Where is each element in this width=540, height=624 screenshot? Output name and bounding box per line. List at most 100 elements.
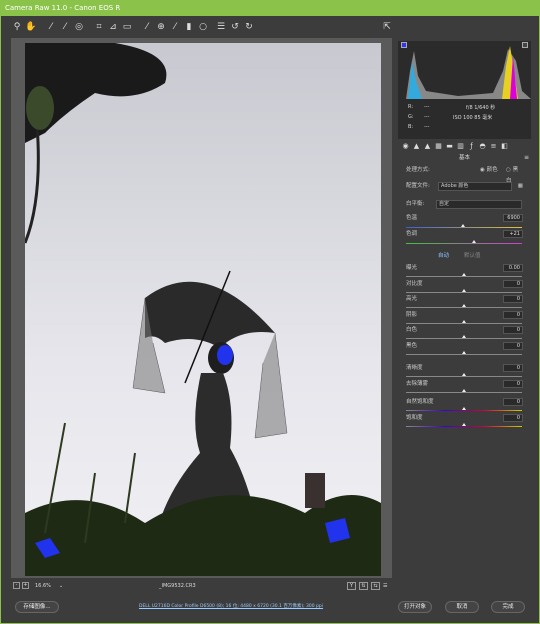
save-image-button[interactable]: 存储图像... — [15, 601, 59, 613]
slider-track[interactable] — [406, 422, 522, 427]
shadow-clipping-icon[interactable] — [401, 42, 407, 48]
slider-value[interactable]: 0 — [503, 379, 523, 388]
slider-value[interactable]: 0 — [503, 295, 523, 303]
camera-info: R: --- G: --- B: --- f/8 1/640 秒 ISO 100… — [398, 99, 531, 139]
status-bar: - + 16.6% ⌄ _IMG9532.CR3 Y ⇅ ⇆ ☰ — [11, 580, 392, 592]
detail-tab-icon[interactable]: ▲ — [423, 142, 432, 151]
profile-select[interactable]: Adobe 颜色 — [438, 182, 512, 191]
zoom-out-button[interactable]: - — [13, 582, 20, 589]
exposure-info: f/8 1/640 秒 — [466, 105, 496, 111]
slider-value[interactable]: 0 — [503, 413, 523, 422]
color-radio[interactable]: ◉ 颜色 — [480, 165, 498, 176]
temp-value[interactable]: 6900 — [503, 214, 523, 222]
highlight-clipping-icon[interactable] — [522, 42, 528, 48]
panel-tabs: ◉ ▲ ▲ ▦ ▬ ▥ ƒ ◓ ≡ ◧ — [398, 141, 531, 153]
radial-filter-icon[interactable]: ○ — [197, 21, 209, 33]
lens-tab-icon[interactable]: ▥ — [456, 142, 465, 151]
red-eye-icon[interactable]: ⊕ — [155, 21, 167, 33]
section-title: 基本 — [458, 155, 470, 161]
slider-value[interactable]: 0 — [503, 279, 523, 288]
zoom-tool-icon[interactable]: ⚲ — [11, 21, 23, 33]
slider-thumb[interactable] — [462, 273, 466, 276]
hsl-tab-icon[interactable]: ▦ — [434, 142, 443, 151]
slider-thumb[interactable] — [462, 407, 466, 410]
slider-thumb[interactable] — [462, 388, 466, 392]
slider-value[interactable]: 0 — [503, 310, 523, 319]
profile-browser-icon[interactable]: ▦ — [518, 181, 523, 192]
spot-removal-icon[interactable]: ⁄ — [141, 21, 153, 33]
copy-settings-icon[interactable]: ⇆ — [371, 582, 380, 590]
slider-label: 白色 — [406, 327, 418, 333]
wb-row: 白平衡: 自定 — [406, 199, 523, 210]
slider-track[interactable] — [406, 288, 522, 293]
slider-thumb[interactable] — [462, 335, 466, 338]
done-button[interactable]: 完成 — [491, 601, 525, 613]
zoom-level[interactable]: 16.6% — [35, 580, 51, 592]
tint-value[interactable]: +21 — [503, 230, 523, 238]
slider-label: 自然饱和度 — [406, 399, 434, 405]
preferences-icon[interactable]: ☰ — [215, 21, 227, 33]
hand-tool-icon[interactable]: ✋ — [25, 21, 37, 33]
cancel-button[interactable]: 取消 — [445, 601, 479, 613]
slider-thumb[interactable] — [462, 319, 466, 323]
wb-select[interactable]: 自定 — [436, 200, 522, 209]
slider-thumb[interactable] — [462, 304, 466, 307]
slider-thumb[interactable] — [462, 373, 466, 376]
slider-track[interactable] — [406, 319, 522, 324]
slider-value[interactable]: 0 — [503, 364, 523, 372]
straighten-tool-icon[interactable]: ⊿ — [107, 21, 119, 33]
adjustment-brush-icon[interactable]: ⁄ — [169, 21, 181, 33]
slider-track[interactable] — [406, 304, 522, 308]
basic-tab-icon[interactable]: ◉ — [401, 142, 410, 151]
auto-link[interactable]: 自动 — [438, 251, 449, 262]
filename: _IMG9532.CR3 — [159, 583, 196, 589]
before-after-y-icon[interactable]: Y — [347, 582, 356, 590]
panel-menu-icon[interactable]: ≡ — [524, 154, 529, 161]
slider-value[interactable]: 0.00 — [503, 264, 523, 272]
preview-image — [25, 43, 381, 576]
swap-settings-icon[interactable]: ⇅ — [359, 582, 368, 590]
default-link[interactable]: 默认值 — [464, 251, 481, 262]
slider-value[interactable]: 0 — [503, 398, 523, 406]
profile-row: 配置文件: Adobe 颜色 ▦ — [406, 181, 523, 192]
slider-thumb[interactable] — [462, 288, 466, 292]
slider-value[interactable]: 0 — [503, 326, 523, 334]
fullscreen-icon[interactable]: ⇱ — [381, 21, 393, 33]
split-toning-tab-icon[interactable]: ▬ — [445, 142, 454, 151]
zoom-dropdown-icon[interactable]: ⌄ — [59, 580, 63, 592]
tint-slider[interactable] — [406, 240, 522, 244]
calibration-tab-icon[interactable]: ◓ — [478, 142, 487, 151]
slider-label: 对比度 — [406, 280, 423, 287]
targeted-adjustment-icon[interactable]: ◎ — [73, 21, 85, 33]
zoom-in-button[interactable]: + — [22, 582, 29, 589]
slider-track[interactable] — [406, 350, 522, 355]
presets-tab-icon[interactable]: ≡ — [489, 142, 498, 151]
open-object-button[interactable]: 打开对象 — [398, 601, 432, 613]
slider-thumb[interactable] — [462, 422, 466, 426]
slider-track[interactable] — [406, 373, 522, 377]
window-title: Camera Raw 11.0 - Canon EOS R — [1, 1, 539, 16]
slider-label: 曝光 — [406, 265, 418, 271]
workflow-options-link[interactable]: DELL U2716D Color Profile D6500 (8); 16 … — [139, 602, 393, 612]
rotate-ccw-icon[interactable]: ↺ — [229, 21, 241, 33]
rotate-cw-icon[interactable]: ↻ — [243, 21, 255, 33]
footer: 存储图像... DELL U2716D Color Profile D6500 … — [1, 597, 539, 617]
effects-tab-icon[interactable]: ƒ — [467, 142, 476, 151]
slider-track[interactable] — [406, 335, 522, 339]
graduated-filter-icon[interactable]: ▮ — [183, 21, 195, 33]
slider-value[interactable]: 0 — [503, 341, 523, 350]
temp-slider[interactable] — [406, 224, 522, 228]
white-balance-tool-icon[interactable]: ⁄ — [45, 21, 57, 33]
settings-toggle-icon[interactable]: ☰ — [383, 580, 387, 592]
slider-label: 阴影 — [406, 311, 418, 318]
transform-tool-icon[interactable]: ▭ — [121, 21, 133, 33]
crop-tool-icon[interactable]: ⌗ — [93, 21, 105, 33]
slider-thumb[interactable] — [462, 350, 466, 354]
slider-track[interactable] — [406, 388, 522, 393]
tone-curve-tab-icon[interactable]: ▲ — [412, 142, 421, 151]
slider-track[interactable] — [406, 407, 522, 411]
slider-track[interactable] — [406, 273, 522, 277]
color-sampler-icon[interactable]: ⁄ — [59, 21, 71, 33]
slider-label: 高光 — [406, 296, 418, 302]
snapshots-tab-icon[interactable]: ◧ — [500, 142, 509, 151]
